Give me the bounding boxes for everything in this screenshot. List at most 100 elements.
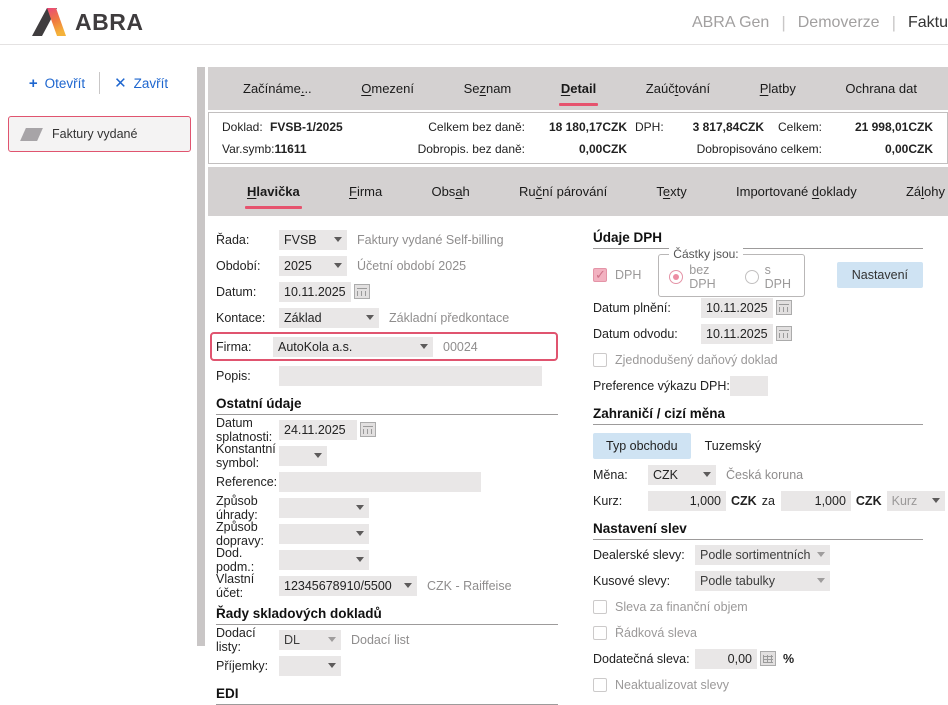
preference-input[interactable] (730, 376, 768, 396)
tab-zauctovani[interactable]: Zaúčtování (645, 77, 711, 100)
dodaci-listy-select[interactable]: DL (279, 630, 341, 650)
chevron-down-icon (420, 344, 428, 349)
nastaveni-button[interactable]: Nastavení (837, 262, 923, 288)
reference-input[interactable] (279, 472, 481, 492)
calendar-icon[interactable] (776, 326, 792, 341)
neaktualizovat-checkbox[interactable] (593, 678, 607, 692)
kusove-slevy-select[interactable]: Podle tabulky (695, 571, 830, 591)
chevron-down-icon (314, 453, 322, 458)
chevron-down-icon (404, 583, 412, 588)
reference-row: Reference: (216, 470, 558, 493)
datum-odvodu-label: Datum odvodu: (593, 327, 701, 341)
datum-splatnosti-label: Datum splatnosti: (216, 416, 279, 444)
plus-icon: + (29, 75, 38, 92)
dph-label: DPH: (627, 120, 667, 134)
vlastni-ucet-row: Vlastní účet: 12345678910/5500 CZK - Rai… (216, 574, 558, 597)
percent-sign: % (783, 652, 794, 666)
popis-input[interactable] (279, 366, 542, 386)
dod-podm-select[interactable] (279, 550, 369, 570)
tab-importovane-doklady[interactable]: Importované doklady (735, 180, 858, 203)
dodatecna-sleva-input[interactable]: 0,00 (695, 649, 757, 669)
zpusob-uhrady-select[interactable] (279, 498, 369, 518)
calendar-icon[interactable] (776, 300, 792, 315)
dobropis-label: Dobropis. bez daně: (362, 142, 525, 156)
tab-seznam[interactable]: Seznam (463, 77, 513, 100)
reference-label: Reference: (216, 475, 279, 489)
nastaveni-slev-section: Nastavení slev (593, 521, 923, 540)
konstantni-symbol-select[interactable] (279, 446, 327, 466)
s-dph-radio[interactable] (745, 270, 759, 284)
sidebar-item-faktury-vydane[interactable]: Faktury vydané (8, 116, 191, 152)
prijemky-select[interactable] (279, 656, 341, 676)
sidebar: + Otevřít ✕ Zavřít Faktury vydané (0, 46, 197, 646)
neaktualizovat-row: Neaktualizovat slevy (593, 673, 923, 696)
udaje-dph-section: Údaje DPH (593, 230, 923, 249)
obdobi-select[interactable]: 2025 (279, 256, 347, 276)
tab-detail[interactable]: Detail (560, 77, 597, 100)
kontace-row: Kontace: Základ Základní předkontace (216, 306, 558, 329)
close-button-label: Zavřít (134, 76, 169, 91)
tab-texty[interactable]: Texty (655, 180, 687, 203)
typ-obchodu-button[interactable]: Typ obchodu (593, 433, 691, 459)
s-dph-option[interactable]: s DPH (745, 263, 794, 291)
calendar-icon[interactable] (354, 284, 370, 299)
dph-checkbox-label: DPH (615, 268, 658, 282)
zjednoduseny-label: Zjednodušený daňový doklad (615, 353, 778, 367)
main-tabbar: Začínáme... Omezení Seznam Detail Zaúčto… (208, 67, 948, 110)
firma-select[interactable]: AutoKola a.s. (273, 337, 433, 357)
celkem-label: Celkem: (764, 120, 822, 134)
prijemky-label: Příjemky: (216, 659, 279, 673)
popis-row: Popis: (216, 364, 558, 387)
dobropis-value: 0,00CZK (525, 142, 627, 156)
calculator-icon[interactable] (760, 651, 776, 666)
kurz-input-1[interactable]: 1,000 (648, 491, 726, 511)
dph-row: DPH Částky jsou: bez DPH s DPH Nastavení (593, 257, 923, 293)
kusove-slevy-row: Kusové slevy: Podle tabulky (593, 569, 923, 592)
vlastni-ucet-label: Vlastní účet: (216, 572, 279, 600)
kurz-type-select[interactable]: Kurz (887, 491, 945, 511)
kurz-input-2[interactable]: 1,000 (781, 491, 851, 511)
sidebar-scrollbar[interactable] (197, 67, 205, 646)
bez-dph-radio[interactable] (669, 270, 683, 284)
dod-podm-label: Dod. podm.: (216, 546, 279, 574)
dph-checkbox[interactable] (593, 268, 607, 282)
mena-description: Česká koruna (726, 468, 803, 482)
open-button[interactable]: + Otevřít (29, 75, 85, 92)
sleva-fin-objem-checkbox[interactable] (593, 600, 607, 614)
tab-zaciname[interactable]: Začínáme... (242, 77, 313, 100)
dodatecna-sleva-row: Dodatečná sleva: 0,00 % (593, 647, 923, 670)
header-separator: | (892, 13, 896, 33)
form-right-column: Údaje DPH DPH Částky jsou: bez DPH s DPH (593, 216, 923, 696)
bez-dph-option[interactable]: bez DPH (669, 263, 730, 291)
tab-omezeni[interactable]: Omezení (360, 77, 415, 100)
tab-zalohy[interactable]: Zálohy (905, 180, 946, 203)
ostatni-udaje-section: Ostatní údaje (216, 396, 558, 415)
tab-hlavicka[interactable]: Hlavička (246, 180, 301, 203)
rada-select[interactable]: FVSB (279, 230, 347, 250)
tab-obsah[interactable]: Obsah (430, 180, 470, 203)
close-button[interactable]: ✕ Zavřít (114, 74, 168, 92)
radkova-sleva-checkbox[interactable] (593, 626, 607, 640)
rada-label: Řada: (216, 233, 279, 247)
dealerske-slevy-select[interactable]: Podle sortimentních (695, 545, 830, 565)
calendar-icon[interactable] (360, 422, 376, 437)
tab-platby[interactable]: Platby (759, 77, 797, 100)
vlastni-ucet-select[interactable]: 12345678910/5500 (279, 576, 417, 596)
datum-splatnosti-input[interactable]: 24.11.2025 (279, 420, 357, 440)
zpusob-uhrady-row: Způsob úhrady: (216, 496, 558, 519)
tab-firma[interactable]: Firma (348, 180, 383, 203)
mena-select[interactable]: CZK (648, 465, 716, 485)
zpusob-dopravy-select[interactable] (279, 524, 369, 544)
chevron-down-icon (817, 578, 825, 583)
datum-plneni-input[interactable]: 10.11.2025 (701, 298, 773, 318)
datum-odvodu-input[interactable]: 10.11.2025 (701, 324, 773, 344)
kontace-select[interactable]: Základ (279, 308, 379, 328)
tab-ochrana-dat[interactable]: Ochrana dat (844, 77, 918, 100)
kurz-za-label: za (762, 494, 775, 508)
tab-rucni-parovani[interactable]: Ruční párování (518, 180, 608, 203)
document-icon (20, 128, 43, 141)
datum-input[interactable]: 10.11.2025 (279, 282, 351, 302)
zjednoduseny-checkbox[interactable] (593, 353, 607, 367)
sidebar-item-label: Faktury vydané (52, 127, 137, 141)
divider (99, 72, 100, 94)
